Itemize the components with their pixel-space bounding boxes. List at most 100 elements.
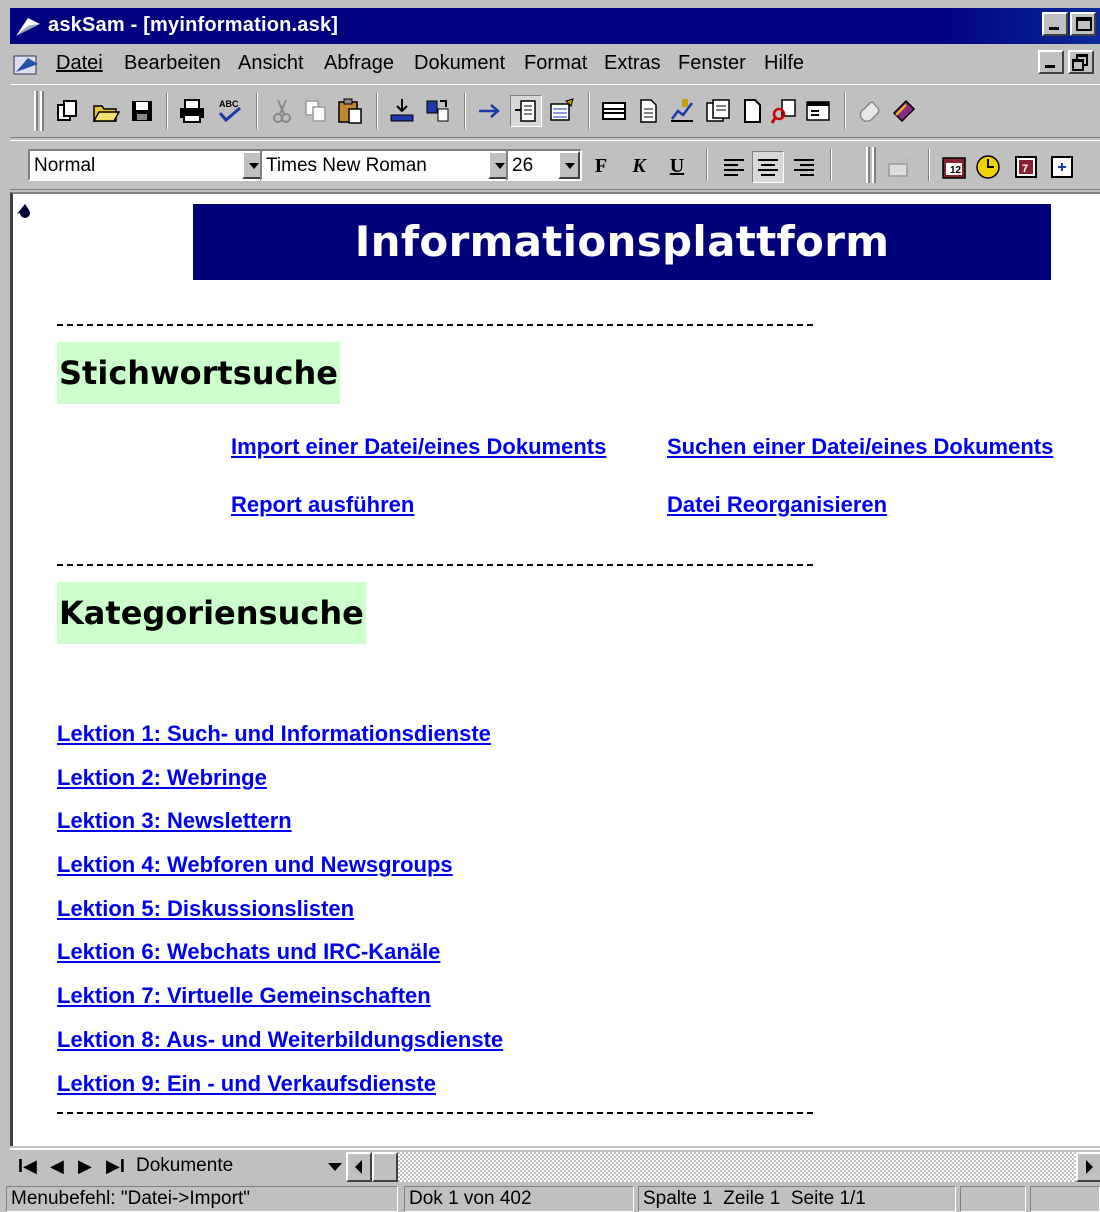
- lesson-link[interactable]: Lektion 7: Virtuelle Gemeinschaften: [57, 983, 431, 1009]
- bold-button[interactable]: F: [586, 151, 616, 181]
- import-icon[interactable]: [386, 95, 418, 127]
- open-folder-icon[interactable]: [90, 95, 122, 127]
- cursor-marker-icon: [15, 200, 35, 226]
- menu-bar: Datei Bearbeiten Ansicht Abfrage Dokumen…: [10, 46, 1100, 82]
- hand-icon[interactable]: [854, 95, 886, 127]
- menu-extras[interactable]: Extras: [604, 52, 661, 75]
- first-document-button[interactable]: I◀: [18, 1156, 37, 1177]
- lesson-link[interactable]: Lektion 9: Ein - und Verkaufsdienste: [57, 1071, 436, 1097]
- status-cursor-position: Spalte 1 Zeile 1 Seite 1/1: [638, 1186, 956, 1212]
- next-document-button[interactable]: ▶: [78, 1156, 92, 1177]
- toolbar-separator: [928, 149, 930, 181]
- toolbar-separator: [256, 93, 258, 129]
- document-restore-button[interactable]: [1068, 50, 1094, 74]
- menu-dokument-label: Dokument: [414, 52, 506, 74]
- toolbar-separator: [166, 93, 168, 129]
- last-document-button[interactable]: ▶I: [106, 1156, 125, 1177]
- lesson-link[interactable]: Lektion 6: Webchats und IRC-Kanäle: [57, 939, 440, 965]
- window-title: askSam - [myinformation.ask]: [48, 14, 339, 36]
- table-insert-icon[interactable]: [1046, 151, 1078, 183]
- toolbar-grip[interactable]: [866, 147, 870, 183]
- lesson-link[interactable]: Lektion 1: Such- und Informationsdienste: [57, 721, 491, 747]
- find-replace-icon[interactable]: [768, 95, 800, 127]
- menu-bearbeiten[interactable]: Bearbeiten: [124, 52, 221, 75]
- link-reorganize-file[interactable]: Datei Reorganisieren: [667, 492, 887, 518]
- menu-abfrage[interactable]: Abfrage: [324, 52, 394, 75]
- italic-button[interactable]: K: [624, 151, 654, 181]
- spellcheck-icon[interactable]: ABC: [214, 95, 246, 127]
- paste-clipboard-icon[interactable]: [334, 95, 366, 127]
- table-view-icon[interactable]: [598, 95, 630, 127]
- menu-ansicht[interactable]: Ansicht: [238, 52, 304, 75]
- toolbar-separator: [706, 149, 708, 181]
- document-stack-icon[interactable]: [702, 95, 734, 127]
- link-search-document[interactable]: Suchen einer Datei/eines Dokuments: [667, 434, 1053, 460]
- dashed-divider: [57, 1112, 813, 1114]
- align-right-icon[interactable]: [788, 151, 820, 183]
- scroll-right-button[interactable]: [1076, 1152, 1100, 1182]
- lesson-link[interactable]: Lektion 2: Webringe: [57, 765, 267, 791]
- document-minimize-button[interactable]: [1038, 50, 1064, 74]
- menu-format[interactable]: Format: [524, 52, 587, 75]
- chart-report-icon[interactable]: [666, 95, 698, 127]
- app-maximize-button[interactable]: [1070, 12, 1096, 36]
- menu-fenster[interactable]: Fenster: [678, 52, 746, 75]
- print-icon[interactable]: [176, 95, 208, 127]
- cut-scissors-icon[interactable]: [266, 95, 298, 127]
- clock-icon[interactable]: [972, 151, 1004, 183]
- link-import-document[interactable]: Import einer Datei/eines Dokuments: [231, 434, 606, 460]
- align-center-icon[interactable]: [752, 151, 784, 183]
- font-combo[interactable]: Times New Roman: [260, 149, 512, 181]
- menu-ansicht-label: Ansicht: [238, 52, 304, 74]
- document-window-icon[interactable]: [12, 52, 42, 78]
- toolbar-grip[interactable]: [34, 91, 38, 131]
- menu-bearbeiten-label: Bearbeiten: [124, 52, 221, 74]
- menu-datei[interactable]: Datei: [56, 52, 103, 75]
- svg-text:ABC: ABC: [219, 99, 239, 109]
- lesson-link[interactable]: Lektion 4: Webforen und Newsgroups: [57, 852, 453, 878]
- insert-field-icon[interactable]: [884, 151, 916, 183]
- underline-button[interactable]: U: [662, 151, 692, 181]
- previous-document-button[interactable]: ◀: [50, 1156, 64, 1177]
- font-size-combo[interactable]: 26: [506, 149, 582, 181]
- form-edit-icon[interactable]: [546, 95, 578, 127]
- page-view-icon[interactable]: [632, 95, 664, 127]
- document-view-icon[interactable]: [510, 95, 542, 127]
- app-minimize-button[interactable]: [1042, 12, 1068, 36]
- style-combo[interactable]: Normal: [28, 149, 266, 181]
- status-message: Menubefehl: "Datei->Import": [6, 1186, 398, 1212]
- title-bar: askSam - [myinformation.ask]: [0, 0, 1100, 46]
- blank-page-icon[interactable]: [736, 95, 768, 127]
- asksam-app-icon[interactable]: [14, 14, 42, 38]
- calendar-icon[interactable]: 12: [938, 151, 970, 183]
- chevron-down-icon[interactable]: [328, 1163, 342, 1171]
- restore-icon-back: [1072, 59, 1084, 71]
- menu-fenster-label: Fenster: [678, 52, 746, 74]
- scroll-left-icon: [355, 1160, 362, 1174]
- link-run-report[interactable]: Report ausführen: [231, 492, 414, 518]
- date-field-icon[interactable]: 7: [1010, 151, 1042, 183]
- toolbar-grip[interactable]: [872, 147, 876, 183]
- align-left-icon[interactable]: [718, 151, 750, 183]
- chevron-down-icon[interactable]: [558, 151, 580, 179]
- view-selector[interactable]: Dokumente: [134, 1154, 346, 1182]
- scroll-thumb[interactable]: [372, 1152, 398, 1182]
- style-value: Normal: [34, 155, 96, 176]
- copy-icon[interactable]: [300, 95, 332, 127]
- lesson-link[interactable]: Lektion 5: Diskussionslisten: [57, 896, 354, 922]
- new-file-icon[interactable]: [52, 95, 84, 127]
- save-disk-icon[interactable]: [126, 95, 158, 127]
- properties-icon[interactable]: [802, 95, 834, 127]
- book-help-icon[interactable]: [888, 95, 920, 127]
- toolbar-grip[interactable]: [40, 91, 44, 131]
- menu-hilfe[interactable]: Hilfe: [764, 52, 804, 75]
- menu-dokument[interactable]: Dokument: [414, 52, 505, 75]
- go-to-arrow-icon[interactable]: [474, 95, 506, 127]
- page-banner: Informationsplattform: [193, 204, 1051, 280]
- document-content[interactable]: Informationsplattform Stichwortsuche Imp…: [13, 194, 1100, 1146]
- lesson-link[interactable]: Lektion 8: Aus- und Weiterbildungsdienst…: [57, 1027, 503, 1053]
- export-icon[interactable]: [422, 95, 454, 127]
- horizontal-scroll-track[interactable]: [398, 1152, 1078, 1182]
- lesson-link[interactable]: Lektion 3: Newslettern: [57, 808, 292, 834]
- scroll-left-button[interactable]: [346, 1152, 372, 1182]
